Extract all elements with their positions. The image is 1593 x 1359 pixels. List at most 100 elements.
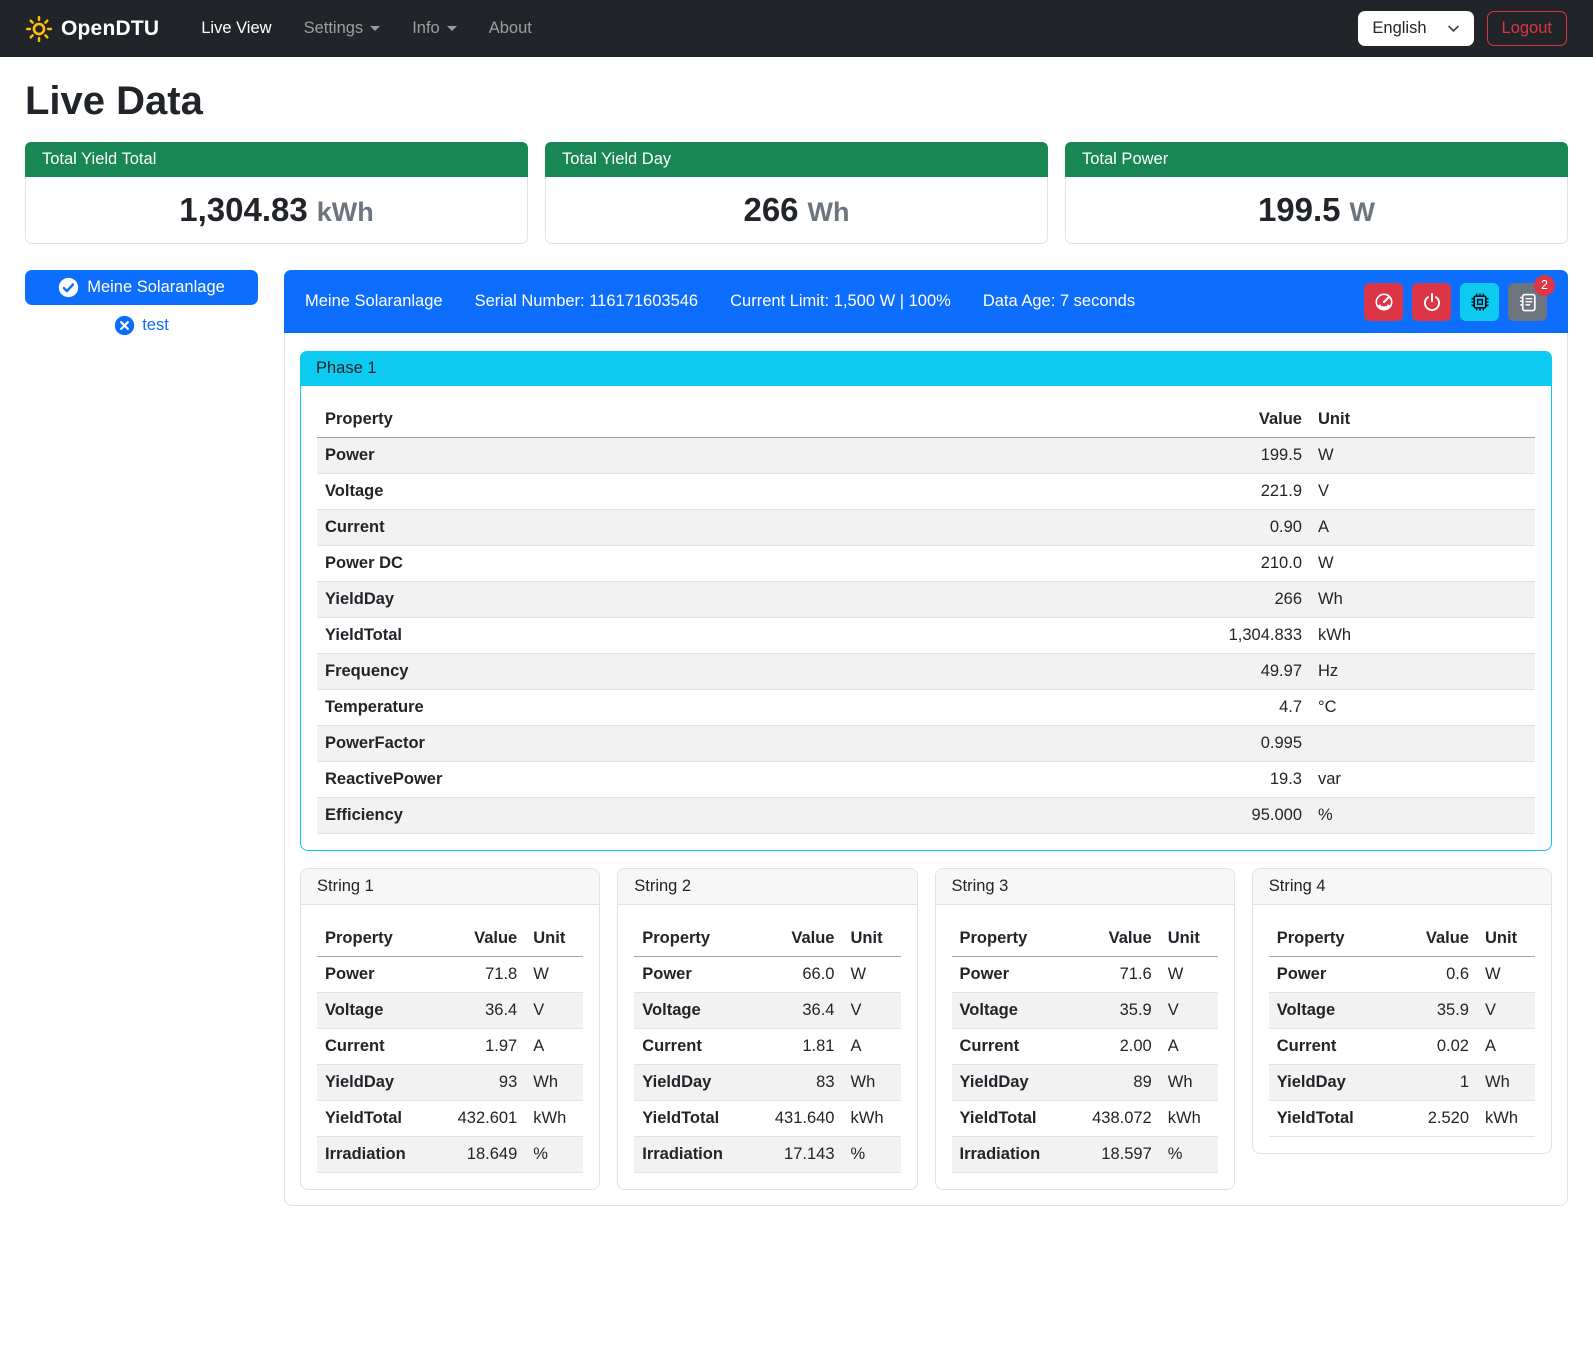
column-header-unit: Unit xyxy=(1477,921,1535,957)
power-button[interactable] xyxy=(1412,283,1451,321)
language-select[interactable]: English xyxy=(1358,11,1473,46)
unit-cell: Wh xyxy=(525,1065,583,1101)
unit-cell: A xyxy=(1310,510,1535,546)
value-cell: 35.9 xyxy=(1068,993,1159,1029)
property-cell: Power xyxy=(317,957,434,993)
property-cell: YieldTotal xyxy=(1269,1101,1396,1137)
nav-item-about[interactable]: About xyxy=(473,11,548,46)
inverter-select-button[interactable]: Meine Solaranlage xyxy=(25,270,258,305)
table-row: YieldTotal1,304.833kWh xyxy=(317,618,1535,654)
value-cell: 0.995 xyxy=(912,726,1310,762)
table-row: Irradiation17.143% xyxy=(634,1137,900,1173)
page-container: Live Data Total Yield Total 1,304.83kWh … xyxy=(0,57,1593,1236)
inverter-link-label: test xyxy=(142,316,169,335)
column-header-property: Property xyxy=(317,921,434,957)
table-row: Voltage35.9V xyxy=(1269,993,1535,1029)
unit-cell: var xyxy=(1310,762,1535,798)
unit-cell: kWh xyxy=(1477,1101,1535,1137)
table-row: YieldDay83Wh xyxy=(634,1065,900,1101)
property-cell: Current xyxy=(317,510,912,546)
column-header-value: Value xyxy=(1068,921,1159,957)
inverter-card: Meine Solaranlage Serial Number: 1161716… xyxy=(284,270,1568,1206)
table-row: Current0.90A xyxy=(317,510,1535,546)
inverter-link-test[interactable]: test xyxy=(25,315,258,336)
table-row: YieldDay1Wh xyxy=(1269,1065,1535,1101)
nav-item-settings[interactable]: Settings xyxy=(288,11,397,46)
card-unit: Wh xyxy=(808,197,850,227)
chevron-down-icon xyxy=(370,26,380,31)
table-row: Efficiency95.000% xyxy=(317,798,1535,834)
inverter-select-label: Meine Solaranlage xyxy=(87,278,225,297)
value-cell: 266 xyxy=(912,582,1310,618)
property-cell: Power DC xyxy=(317,546,912,582)
logout-button[interactable]: Logout xyxy=(1487,11,1567,46)
check-circle-icon xyxy=(58,277,79,298)
property-cell: Current xyxy=(317,1029,434,1065)
property-cell: YieldDay xyxy=(317,582,912,618)
value-cell: 66.0 xyxy=(751,957,842,993)
property-cell: YieldDay xyxy=(634,1065,751,1101)
column-header-value: Value xyxy=(751,921,842,957)
property-cell: Irradiation xyxy=(634,1137,751,1173)
value-cell: 35.9 xyxy=(1396,993,1477,1029)
unit-cell: °C xyxy=(1310,690,1535,726)
column-header-value: Value xyxy=(1396,921,1477,957)
phase-table: Property Value Unit Power199.5WVoltage22… xyxy=(317,402,1535,834)
phase-title: Phase 1 xyxy=(300,351,1552,386)
value-cell: 1 xyxy=(1396,1065,1477,1101)
property-cell: Temperature xyxy=(317,690,912,726)
property-cell: PowerFactor xyxy=(317,726,912,762)
inverter-card-body: Phase 1 Property Value Unit Power199.5WV… xyxy=(285,333,1567,1205)
table-row: Current2.00A xyxy=(952,1029,1218,1065)
value-cell: 0.90 xyxy=(912,510,1310,546)
column-header-property: Property xyxy=(952,921,1069,957)
string-table: Property Value Unit Power71.8WVoltage36.… xyxy=(317,921,583,1173)
value-cell: 71.8 xyxy=(434,957,525,993)
value-cell: 49.97 xyxy=(912,654,1310,690)
string-table: Property Value Unit Power0.6WVoltage35.9… xyxy=(1269,921,1535,1137)
unit-cell: % xyxy=(525,1137,583,1173)
string-title: String 1 xyxy=(301,869,599,905)
phase-panel: Phase 1 Property Value Unit Power199.5WV… xyxy=(300,351,1552,851)
value-cell: 36.4 xyxy=(751,993,842,1029)
serial-number: Serial Number: 116171603546 xyxy=(475,292,699,311)
table-row: Power199.5W xyxy=(317,438,1535,474)
string-title: String 3 xyxy=(936,869,1234,905)
page-title: Live Data xyxy=(25,79,1568,124)
limit-settings-button[interactable] xyxy=(1364,283,1403,321)
journal-icon xyxy=(1517,291,1539,313)
value-cell: 36.4 xyxy=(434,993,525,1029)
value-cell: 1.81 xyxy=(751,1029,842,1065)
event-log-button[interactable]: 2 xyxy=(1508,283,1547,321)
property-cell: ReactivePower xyxy=(317,762,912,798)
summary-card-total-yield-total: Total Yield Total 1,304.83kWh xyxy=(25,142,528,244)
table-row: PowerFactor0.995 xyxy=(317,726,1535,762)
property-cell: Current xyxy=(1269,1029,1396,1065)
table-row: Voltage221.9V xyxy=(317,474,1535,510)
brand[interactable]: OpenDTU xyxy=(26,16,159,42)
column-header-unit: Unit xyxy=(843,921,901,957)
value-cell: 210.0 xyxy=(912,546,1310,582)
navbar-right: English Logout xyxy=(1358,11,1567,46)
column-header-unit: Unit xyxy=(1160,921,1218,957)
inverter-sidebar: Meine Solaranlage test xyxy=(25,270,258,336)
unit-cell: W xyxy=(1310,546,1535,582)
unit-cell: V xyxy=(843,993,901,1029)
value-cell: 438.072 xyxy=(1068,1101,1159,1137)
property-cell: Irradiation xyxy=(317,1137,434,1173)
nav-links: Live View Settings Info About xyxy=(185,11,548,46)
value-cell: 83 xyxy=(751,1065,842,1101)
property-cell: Voltage xyxy=(317,474,912,510)
device-info-button[interactable] xyxy=(1460,283,1499,321)
nav-item-info[interactable]: Info xyxy=(396,11,473,46)
table-row: Voltage36.4V xyxy=(317,993,583,1029)
unit-cell: kWh xyxy=(1160,1101,1218,1137)
inverter-name: Meine Solaranlage xyxy=(305,292,443,311)
column-header-value: Value xyxy=(912,402,1310,438)
unit-cell: Wh xyxy=(843,1065,901,1101)
value-cell: 71.6 xyxy=(1068,957,1159,993)
value-cell: 1.97 xyxy=(434,1029,525,1065)
chevron-down-icon xyxy=(447,26,457,31)
nav-item-live-view[interactable]: Live View xyxy=(185,11,287,46)
value-cell: 2.520 xyxy=(1396,1101,1477,1137)
